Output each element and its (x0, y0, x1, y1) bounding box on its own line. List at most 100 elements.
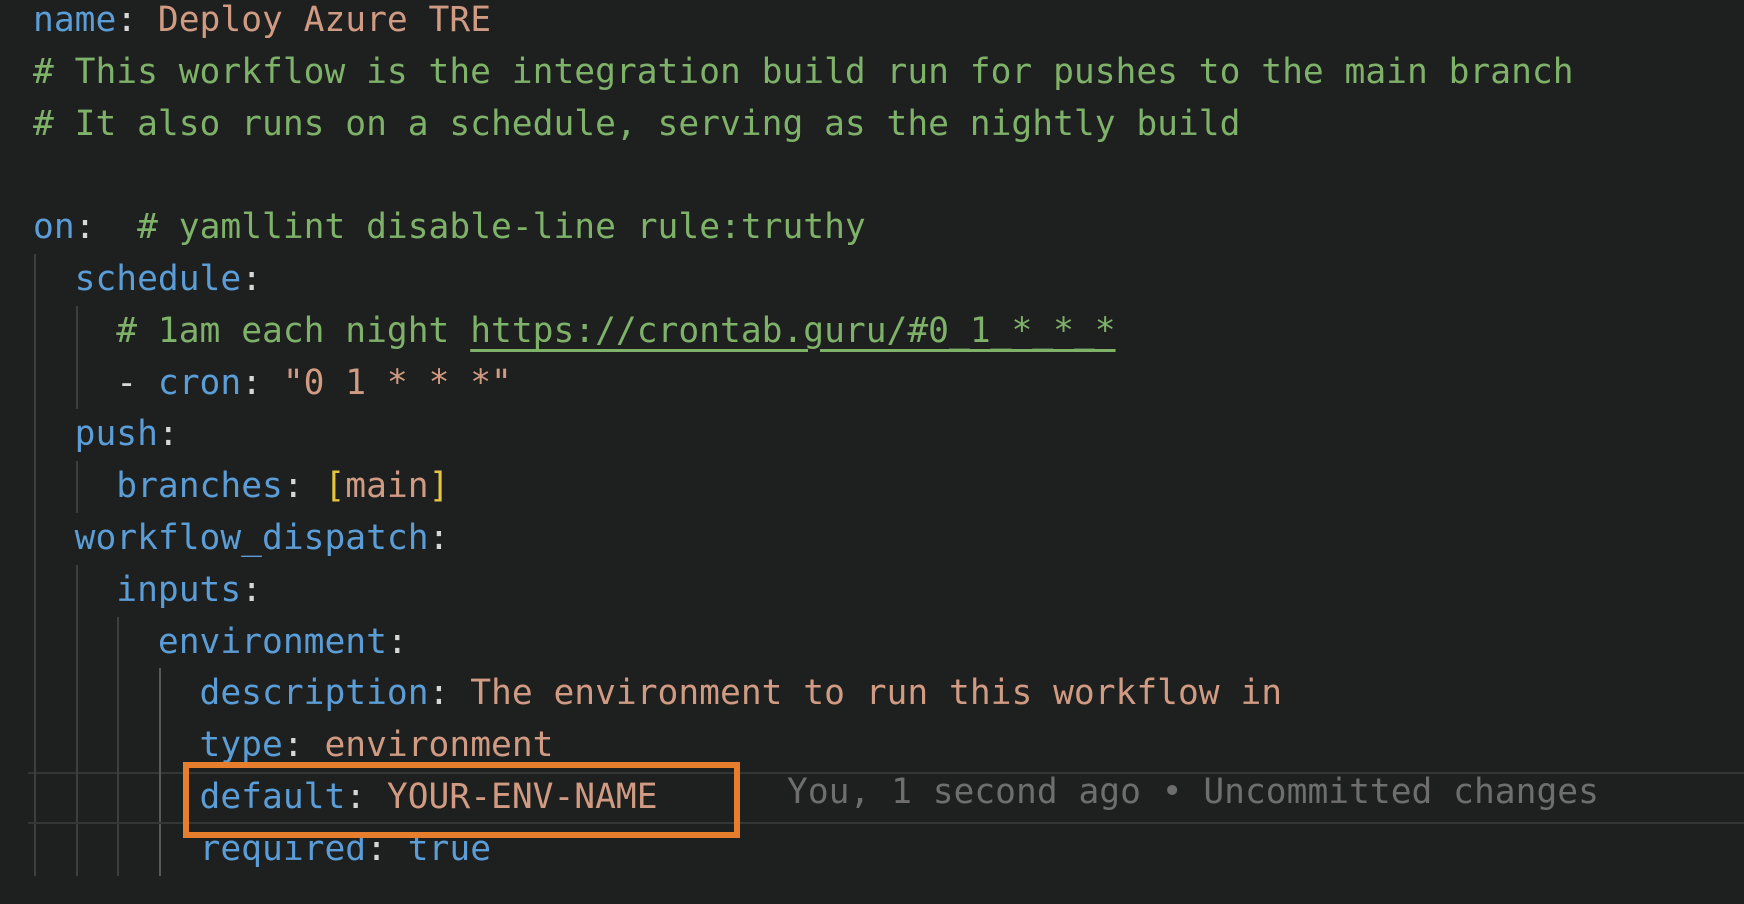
code-line[interactable]: # This workflow is the integration build… (0, 47, 1744, 99)
code-line[interactable]: branches: [main] (0, 461, 1744, 513)
code-token-plain (33, 725, 200, 765)
indent-guide (117, 824, 119, 876)
code-line[interactable]: - cron: "0 1 * * *" (0, 358, 1744, 410)
code-line[interactable]: environment: (0, 617, 1744, 669)
indent-guide (76, 772, 78, 824)
code-line[interactable] (0, 150, 1744, 202)
indent-guide (76, 720, 78, 772)
indent-guide (117, 772, 119, 824)
code-token-key: workflow_dispatch (75, 518, 429, 558)
indent-guide (34, 617, 36, 669)
indent-guide (34, 772, 36, 824)
code-token-comment: # This workflow is the integration build… (33, 52, 1574, 92)
indent-guide (76, 824, 78, 876)
code-token-string: "0 1 * * *" (283, 363, 512, 403)
code-token-punct: : (387, 622, 408, 662)
code-token-punct: : (283, 725, 325, 765)
code-token-plain (33, 570, 116, 610)
code-token-punct: : (283, 466, 325, 506)
code-line[interactable]: schedule: (0, 254, 1744, 306)
code-token-key: inputs (116, 570, 241, 610)
code-token-punct: : (366, 829, 408, 869)
indent-guide (159, 720, 161, 772)
code-token-bool: true (408, 829, 491, 869)
indent-guide (34, 306, 36, 358)
indent-guide (159, 772, 161, 824)
indent-guide (76, 668, 78, 720)
code-line[interactable]: type: environment (0, 720, 1744, 772)
code-line[interactable]: required: true (0, 824, 1744, 876)
indent-guide (76, 461, 78, 513)
code-token-punct: - (116, 363, 158, 403)
code-token-key: type (200, 725, 283, 765)
code-token-plain (33, 363, 116, 403)
indent-guide (34, 565, 36, 617)
code-token-bracket: ] (429, 466, 450, 506)
code-token-key: default (200, 777, 346, 817)
code-line[interactable]: on: # yamllint disable-line rule:truthy (0, 202, 1744, 254)
code-token-punct: : (241, 570, 262, 610)
code-token-string: main (345, 466, 428, 506)
code-token-punct: : (116, 0, 158, 40)
code-line[interactable]: # It also runs on a schedule, serving as… (0, 99, 1744, 151)
code-token-punct: : (241, 259, 262, 299)
indent-guide (117, 668, 119, 720)
code-token-plain (95, 207, 137, 247)
indent-guide (159, 824, 161, 876)
code-token-key: required (200, 829, 367, 869)
indent-guide (76, 306, 78, 358)
indent-guide (34, 409, 36, 461)
code-token-plain (33, 414, 75, 454)
indent-guide (34, 824, 36, 876)
code-token-string: environment (324, 725, 553, 765)
code-token-plain (33, 777, 200, 817)
code-line[interactable]: # 1am each night https://crontab.guru/#0… (0, 306, 1744, 358)
code-lines-container: name: Deploy Azure TRE # This workflow is… (0, 0, 1744, 876)
code-token-comment: # 1am each night (116, 311, 470, 351)
code-token-punct: : (241, 363, 283, 403)
code-token-key: schedule (75, 259, 242, 299)
indent-guide (117, 720, 119, 772)
code-line[interactable]: inputs: (0, 565, 1744, 617)
indent-guide (117, 617, 119, 669)
code-token-key: name (33, 0, 116, 40)
code-token-punct: : (345, 777, 387, 817)
indent-guide (34, 254, 36, 306)
code-token-plain (33, 673, 200, 713)
code-token-plain (33, 466, 116, 506)
code-token-key: on (33, 207, 75, 247)
code-token-bracket: [ (324, 466, 345, 506)
code-token-string: The environment to run this workflow in (470, 673, 1282, 713)
code-token-punct: : (429, 673, 471, 713)
indent-guide (34, 720, 36, 772)
code-token-plain (33, 259, 75, 299)
indent-guide (34, 358, 36, 410)
code-token-comment: # yamllint disable-line rule:truthy (137, 207, 866, 247)
code-token-plain (33, 622, 158, 662)
code-token-comment: # It also runs on a schedule, serving as… (33, 104, 1240, 144)
indent-guide (34, 668, 36, 720)
code-token-key: push (75, 414, 158, 454)
code-line[interactable]: push: (0, 409, 1744, 461)
code-token-plain (33, 311, 116, 351)
indent-guide (34, 461, 36, 513)
indent-guide (34, 513, 36, 565)
code-line[interactable]: workflow_dispatch: (0, 513, 1744, 565)
code-token-punct: : (75, 207, 96, 247)
crontab-guru-link[interactable]: https://crontab.guru/#0_1_*_*_* (470, 311, 1115, 351)
code-token-plain (33, 518, 75, 558)
code-token-punct: : (429, 518, 450, 558)
indent-guide (76, 358, 78, 410)
code-line[interactable]: name: Deploy Azure TRE (0, 0, 1744, 47)
indent-guide (76, 565, 78, 617)
code-line[interactable]: description: The environment to run this… (0, 668, 1744, 720)
code-token-punct: : (158, 414, 179, 454)
code-token-plain (33, 829, 200, 869)
code-line[interactable]: default: YOUR-ENV-NAME (0, 772, 1744, 824)
code-token-key: branches (116, 466, 283, 506)
indent-guide (159, 668, 161, 720)
code-token-string: Deploy Azure TRE (158, 0, 491, 40)
code-editor[interactable]: name: Deploy Azure TRE # This workflow is… (0, 0, 1744, 904)
code-token-key: cron (158, 363, 241, 403)
code-token-key: environment (158, 622, 387, 662)
